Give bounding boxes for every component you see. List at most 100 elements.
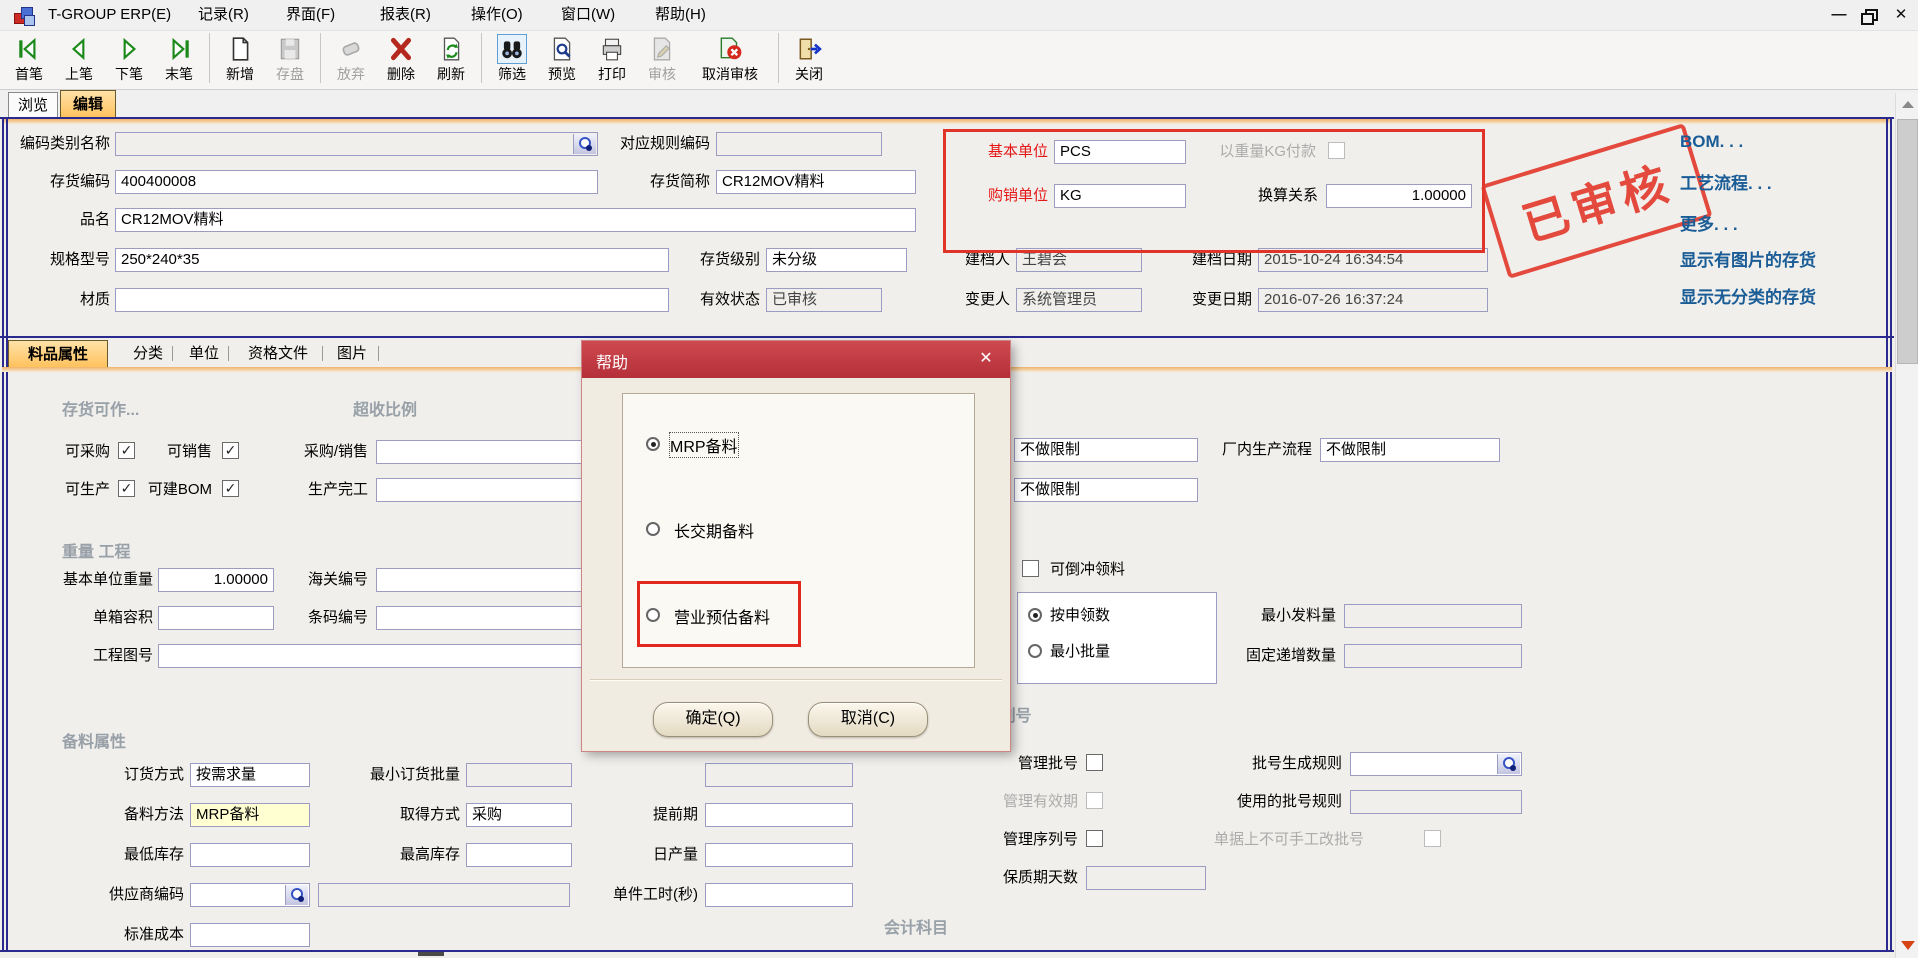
limit-field-1[interactable]: 不做限制 [1014,438,1198,462]
trade-unit-field[interactable]: KG [1054,184,1186,208]
print-button[interactable]: 打印 [587,31,637,84]
backflush-checkbox[interactable] [1022,560,1039,577]
option-mrp-radio[interactable] [646,437,660,451]
acquire-field[interactable]: 采购 [466,803,572,827]
status-field: 已审核 [766,288,882,312]
menu-report[interactable]: 报表(R) [380,5,431,25]
coding-category-field[interactable] [115,132,598,156]
option-longlead-label[interactable]: 长交期备料 [674,518,754,542]
help-dialog: 帮助 ✕ MRP备料 长交期备料 营业预估备料 确定(Q) 取消(C) [582,341,1010,751]
item-code-field[interactable]: 400400008 [115,170,598,194]
prep-method-field[interactable]: MRP备料 [190,803,310,827]
erp-window: T-GROUP ERP(E) 记录(R) 界面(F) 报表(R) 操作(O) 窗… [0,0,1918,958]
next-record-button[interactable]: 下笔 [104,31,154,84]
dialog-close-icon[interactable]: ✕ [974,348,998,370]
frame-border-mid [0,336,1894,338]
customs-field[interactable] [376,568,582,592]
link-bom[interactable]: BOM. . . [1680,132,1743,152]
prev-record-button[interactable]: 上笔 [54,31,104,84]
lookup-icon[interactable] [573,134,596,154]
spec-field[interactable]: 250*240*35 [115,248,669,272]
box-volume-field[interactable] [158,606,274,630]
toolbar-label: 放弃 [337,64,365,84]
gen-rule-field[interactable] [1350,752,1522,776]
subtab-qualification[interactable]: 资格文件 [238,340,318,367]
subtab-units[interactable]: 单位 [182,340,226,367]
unit-time-field[interactable] [705,883,853,907]
menu-tgroup-erp[interactable]: T-GROUP ERP(E) [48,5,171,25]
scroll-up-icon[interactable] [1896,93,1918,117]
scrollbar-thumb[interactable] [1897,119,1918,364]
level-field[interactable]: 未分级 [766,248,907,272]
preview-button[interactable]: 预览 [537,31,587,84]
dialog-title-bar[interactable]: 帮助 ✕ [582,341,1010,378]
link-more[interactable]: 更多. . . [1680,210,1738,235]
menu-help[interactable]: 帮助(H) [655,5,706,25]
manage-serial-checkbox[interactable] [1086,830,1103,847]
last-record-button[interactable]: 末笔 [154,31,204,84]
order-mode-label: 订货方式 [124,765,184,785]
supplier-field[interactable] [190,883,310,907]
link-process-flow[interactable]: 工艺流程. . . [1680,169,1772,194]
filter-button[interactable]: 筛选 [487,31,537,84]
menu-interface[interactable]: 界面(F) [286,5,335,25]
base-weight-field[interactable]: 1.00000 [158,568,274,592]
lookup-icon[interactable] [1497,754,1520,774]
no-manual-batch-checkbox [1424,830,1441,847]
menu-window[interactable]: 窗口(W) [561,5,615,25]
option-mrp-label[interactable]: MRP备料 [670,433,738,457]
over-ps-label: 采购/销售 [288,442,368,462]
cancel-audit-button[interactable]: 取消审核 [687,31,773,84]
subtab-images[interactable]: 图片 [330,340,374,367]
dialog-cancel-button[interactable]: 取消(C) [808,702,928,737]
base-unit-field[interactable]: PCS [1054,140,1186,164]
std-cost-field[interactable] [190,923,310,947]
restore-button[interactable] [1856,6,1882,28]
item-abbr-field[interactable]: CR12MOV精料 [716,170,916,194]
max-stock-field[interactable] [466,843,572,867]
issue-min-batch-radio[interactable] [1028,644,1042,658]
discard-icon [336,34,366,64]
over-prod-field[interactable] [376,478,590,502]
vertical-scrollbar[interactable] [1895,93,1918,958]
link-show-unclassified[interactable]: 显示无分类的存货 [1680,283,1816,308]
close-window-button[interactable]: ✕ [1888,4,1914,26]
daily-output-label: 日产量 [653,845,698,865]
toolbar-label: 打印 [598,64,626,84]
first-record-button[interactable]: 首笔 [4,31,54,84]
product-name-field[interactable]: CR12MOV精料 [115,208,916,232]
scroll-down-icon[interactable] [1896,936,1918,956]
purchasable-checkbox[interactable]: ✓ [118,442,135,459]
menu-operate[interactable]: 操作(O) [471,5,523,25]
limit-field-2[interactable]: 不做限制 [1014,478,1198,502]
refresh-button[interactable]: 刷新 [426,31,476,84]
delete-button[interactable]: 删除 [376,31,426,84]
material-field[interactable] [115,288,669,312]
tab-browse[interactable]: 浏览 [8,92,58,117]
factory-flow-field[interactable]: 不做限制 [1320,438,1500,462]
lead-time-field[interactable] [705,803,853,827]
new-button[interactable]: 新增 [215,31,265,84]
producible-checkbox[interactable]: ✓ [118,480,135,497]
over-ps-field[interactable] [376,440,590,464]
dialog-ok-button[interactable]: 确定(Q) [653,702,773,737]
preview-icon [547,34,577,64]
order-mode-field[interactable]: 按需求量 [190,763,310,787]
menu-record[interactable]: 记录(R) [198,5,249,25]
issue-by-apply-radio[interactable] [1028,608,1042,622]
link-show-with-images[interactable]: 显示有图片的存货 [1680,246,1816,271]
close-form-button[interactable]: 关闭 [784,31,834,84]
lookup-icon[interactable] [285,885,308,905]
barcode-field[interactable] [376,606,582,630]
option-longlead-radio[interactable] [646,522,660,536]
subtab-classification[interactable]: 分类 [126,340,170,367]
manage-batch-checkbox[interactable] [1086,754,1103,771]
sellable-checkbox[interactable]: ✓ [222,442,239,459]
minimize-button[interactable]: — [1826,4,1852,26]
subtab-item-attributes[interactable]: 料品属性 [8,340,108,367]
min-stock-field[interactable] [190,843,310,867]
bom-checkbox[interactable]: ✓ [222,480,239,497]
conversion-field[interactable]: 1.00000 [1326,184,1472,208]
daily-output-field[interactable] [705,843,853,867]
tab-edit[interactable]: 编辑 [60,90,116,117]
